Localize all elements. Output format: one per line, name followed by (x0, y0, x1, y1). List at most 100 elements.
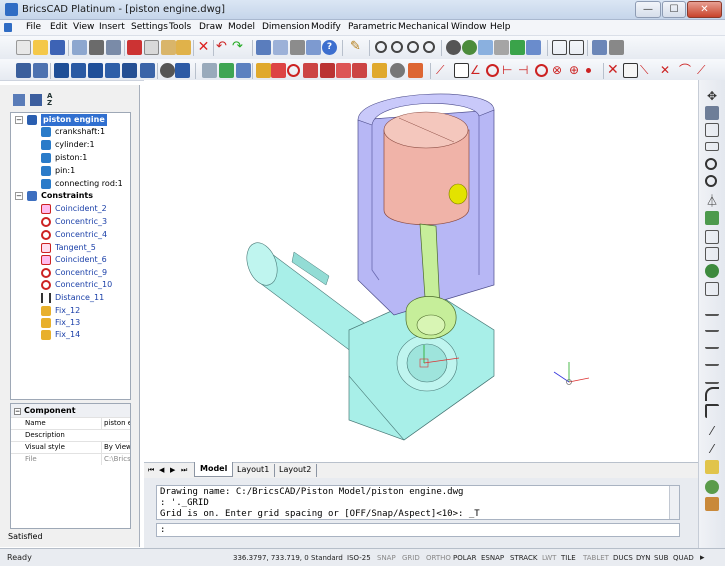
revolve-icon[interactable] (175, 63, 190, 78)
status-text-style[interactable]: Standard (311, 551, 343, 565)
mirror3d-icon[interactable] (705, 211, 719, 225)
circle-constraint-icon[interactable] (486, 64, 499, 77)
union-icon[interactable] (202, 63, 217, 78)
fillet-icon[interactable] (705, 387, 719, 401)
render-icon[interactable] (510, 40, 525, 55)
angle-constraint-icon[interactable] (390, 63, 405, 78)
print-icon[interactable] (89, 40, 104, 55)
drawing-explorer-icon[interactable] (306, 40, 321, 55)
distance-constraint-icon[interactable] (352, 63, 367, 78)
rectangle-icon[interactable] (705, 142, 719, 151)
chamfer-icon[interactable] (705, 404, 719, 418)
toggle-tablet[interactable]: TABLET (583, 551, 609, 565)
paste-icon[interactable] (161, 40, 176, 55)
next-tab-icon[interactable]: ▶ (170, 466, 175, 474)
maximize-button[interactable]: ☐ (662, 1, 686, 18)
zoom-extents-icon[interactable] (423, 41, 435, 53)
rigid-set-icon[interactable] (372, 63, 387, 78)
edit-polyline-icon[interactable]: ⁄ (705, 442, 719, 456)
zoom-window-icon[interactable] (391, 41, 403, 53)
toggle-quad[interactable]: QUAD (673, 551, 694, 565)
copy-icon[interactable] (144, 40, 159, 55)
layout-icon[interactable] (569, 40, 584, 55)
publish-icon[interactable] (106, 40, 121, 55)
match-properties-icon[interactable] (176, 40, 191, 55)
menu-modify[interactable]: Modify (311, 22, 341, 32)
tangent-constraint-icon[interactable] (336, 63, 351, 78)
break-at-point-icon[interactable] (705, 352, 719, 366)
revolve-right-icon[interactable] (705, 175, 717, 187)
menu-draw[interactable]: Draw (199, 22, 223, 32)
extend-icon[interactable] (705, 318, 719, 332)
viewports-icon[interactable] (552, 40, 567, 55)
tab-layout1[interactable]: Layout1 (232, 464, 276, 477)
menu-parametric[interactable]: Parametric (348, 22, 397, 32)
toggle-lwt[interactable]: LWT (542, 551, 556, 565)
delete-icon[interactable]: ✕ (196, 40, 211, 55)
hide-constraints-icon[interactable]: ⟍ (640, 63, 655, 78)
drawing-viewport[interactable] (144, 80, 698, 462)
box-icon[interactable] (54, 63, 69, 78)
intersect-icon[interactable] (236, 63, 251, 78)
menu-edit[interactable]: Edit (50, 22, 67, 32)
zoom-in-icon[interactable] (407, 41, 419, 53)
copy-entity-icon[interactable] (705, 106, 719, 120)
trim-icon[interactable] (705, 302, 719, 316)
menu-tools[interactable]: Tools (169, 22, 191, 32)
collapse-icon[interactable]: − (15, 116, 23, 124)
subtract-icon[interactable] (219, 63, 234, 78)
xref-icon[interactable] (609, 40, 624, 55)
extrude-icon[interactable] (160, 63, 175, 78)
property-row[interactable]: File C:\Brics( (11, 453, 130, 465)
tab-model[interactable]: Model (194, 462, 234, 477)
pencil-icon[interactable]: ✎ (350, 40, 365, 55)
show-constraints-icon[interactable] (623, 63, 638, 78)
open-icon[interactable] (33, 40, 48, 55)
property-row[interactable]: Visual style By Viewp (11, 441, 130, 453)
browser-filter-icon[interactable] (30, 94, 42, 106)
array-icon[interactable] (705, 230, 719, 244)
prev-tab-icon[interactable]: ◀ (159, 466, 164, 474)
horizontal-icon[interactable]: ⊢ (502, 63, 517, 78)
sort-icon[interactable]: AZ (47, 93, 52, 107)
equal-icon[interactable]: ⊗ (552, 63, 567, 78)
cone-icon[interactable] (105, 63, 120, 78)
break-icon[interactable] (705, 335, 719, 349)
arc-constraint-icon[interactable]: ⌒ (679, 63, 694, 78)
first-tab-icon[interactable]: ⏮ (148, 466, 154, 475)
join-icon[interactable] (705, 370, 719, 384)
toggle-ducs[interactable]: DUCS (613, 551, 633, 565)
array3d-icon[interactable] (705, 247, 719, 261)
properties-icon[interactable] (290, 40, 305, 55)
redo-icon[interactable]: ↷ (232, 40, 247, 55)
parallel-constraint-icon[interactable] (303, 63, 318, 78)
save-icon[interactable] (50, 40, 65, 55)
collapse-icon[interactable]: − (15, 192, 23, 200)
constraint-settings-icon[interactable]: ✕ (660, 63, 675, 78)
menu-dimension[interactable]: Dimension (262, 22, 310, 32)
menu-mechanical[interactable]: Mechanical (398, 22, 449, 32)
browser-option-icon[interactable] (13, 94, 25, 106)
toggle-dyn[interactable]: DYN (636, 551, 651, 565)
orbit-icon[interactable] (446, 40, 461, 55)
last-tab-icon[interactable]: ⏭ (181, 466, 187, 475)
radius-constraint-icon[interactable] (408, 63, 423, 78)
toggle-esnap[interactable]: ESNAP (481, 551, 504, 565)
bricscad-logo-icon[interactable] (5, 3, 18, 16)
menu-model[interactable]: Model (228, 22, 255, 32)
command-input[interactable]: : (156, 523, 680, 537)
menu-insert[interactable]: Insert (99, 22, 125, 32)
cylinder-icon[interactable] (71, 63, 86, 78)
toggle-ortho[interactable]: ORTHO (426, 551, 451, 565)
angle-icon[interactable]: ∠ (470, 63, 485, 78)
line-constraint-icon[interactable]: ⟋ (436, 63, 451, 78)
wedge-icon[interactable] (88, 63, 103, 78)
delete-constraint-icon[interactable]: ✕ (607, 63, 622, 78)
command-history[interactable]: Drawing name: C:/BricsCAD/Piston Model/p… (156, 485, 680, 520)
document-icon[interactable] (4, 23, 12, 32)
rotate-icon[interactable] (705, 158, 717, 170)
curve-constraint-icon[interactable]: ⟋ (697, 63, 712, 78)
perpendicular-constraint-icon[interactable] (320, 63, 335, 78)
property-value[interactable]: By Viewp (101, 442, 130, 453)
explode-icon[interactable]: ⁄ (705, 424, 719, 438)
